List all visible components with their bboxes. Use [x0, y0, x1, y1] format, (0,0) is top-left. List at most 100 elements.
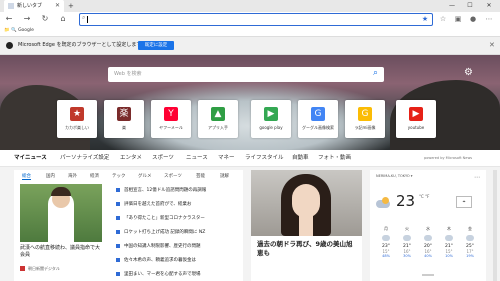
current-temperature: 23 — [396, 192, 416, 210]
quick-link-tile[interactable]: G グーグル画像検索 — [298, 100, 338, 138]
nav-money[interactable]: マネー — [218, 150, 235, 166]
featured-story-image — [251, 170, 362, 236]
quick-link-tile[interactable]: ▲ アプリ入手 — [198, 100, 238, 138]
person-neck — [299, 216, 313, 236]
set-default-button[interactable]: 既定に設定 — [138, 41, 174, 50]
headline-item[interactable]: 評価日を越えた首府がで、経業お — [116, 201, 234, 207]
web-search-box[interactable]: Web を検索 ⌕ — [108, 67, 384, 82]
refresh-button[interactable]: ↻ — [40, 12, 50, 26]
forecast-day[interactable]: 木 21° 15° 10% — [439, 226, 459, 258]
profile-icon[interactable]: ● — [468, 12, 478, 26]
headline-item[interactable]: ロケット打ち上げ成功 記録的瞬間に NZ — [116, 229, 234, 235]
home-button[interactable]: ⌂ — [58, 12, 68, 26]
featured-story-card[interactable]: 過去の朝ドラ再び、9歳の美山旭恵も — [251, 170, 362, 281]
forecast-day[interactable]: 月 23° 15° 48% — [376, 226, 396, 258]
tab-close-icon[interactable]: ✕ — [55, 0, 60, 12]
new-tab-page-icon — [8, 2, 14, 9]
quick-link-tile[interactable]: 楽楽 — [104, 100, 144, 138]
quick-link-tile[interactable]: ▶ youtube — [396, 100, 436, 138]
maximize-button[interactable]: ☐ — [462, 0, 478, 12]
text-caret — [87, 16, 88, 23]
browser-tab[interactable]: 新しいタブ ✕ — [4, 0, 64, 12]
forecast-precip: 30% — [403, 254, 411, 258]
nav-my-news[interactable]: マイニュース — [14, 150, 47, 166]
nav-autos[interactable]: 自動車 — [292, 150, 309, 166]
tile-icon: ★ — [70, 107, 84, 121]
subtab-tech[interactable]: テック — [112, 173, 126, 179]
nav-personalize[interactable]: パーソナライズ設定 — [60, 150, 109, 166]
nav-news[interactable]: ニュース — [186, 150, 208, 166]
forecast-precip: 10% — [445, 254, 453, 258]
forecast-day[interactable]: 火 21° 16° 30% — [397, 226, 417, 258]
headline-item[interactable]: 里田まい、マー君を心配する声で現場 — [116, 271, 234, 277]
collections-icon[interactable]: ▣ — [453, 12, 463, 26]
news-source-icon — [116, 257, 120, 262]
forecast-cloud-icon — [403, 235, 411, 241]
news-source-icon — [116, 201, 120, 206]
story-headline[interactable]: 武漢への航直移続わ、議員指命で大会員 — [20, 245, 104, 259]
person-face — [292, 184, 320, 218]
tile-icon: ▲ — [211, 107, 225, 121]
story-source: 朝日新聞デジタル — [28, 266, 60, 271]
carousel-indicator[interactable] — [422, 274, 434, 276]
forecast-cloud-icon — [466, 235, 474, 241]
tile-label: ヤフーメール — [159, 125, 183, 130]
story-image[interactable] — [20, 184, 102, 242]
forecast-day-label: 月 — [384, 226, 388, 231]
gear-icon[interactable]: ⚙ — [464, 67, 473, 78]
tile-label: 楽 — [122, 125, 126, 130]
weather-card[interactable]: NERIMA-KU, TOKYO ▾ ⋯ 23 °C °F ⌖ 月 23° 15° 4… — [370, 170, 486, 281]
tile-icon: G — [358, 107, 372, 121]
nav-entertainment[interactable]: エンタメ — [120, 150, 142, 166]
quick-link-tile[interactable]: ▶ google play — [251, 100, 291, 138]
headline-text: 佐々木希の声、頼義追求の暮仮金は — [124, 258, 196, 263]
subtab-domestic[interactable]: 国内 — [46, 173, 55, 179]
tab-title: 新しいタブ — [17, 3, 43, 9]
quick-link-tile[interactable]: ★ カカボ楽しい — [57, 100, 97, 138]
forecast-cloud-icon — [382, 235, 390, 241]
subtab-world[interactable]: 海外 — [68, 173, 77, 179]
headline-item[interactable]: 「あり得たこと」新型コロナクラスター — [116, 215, 234, 221]
top-stories-card: 総合 国内 海外 経済 テック グルメ スポーツ 芸能 謎解 武漢への航直移続わ… — [14, 170, 243, 281]
more-menu-icon[interactable]: ⋯ — [484, 12, 494, 26]
infobar-close-icon[interactable]: ✕ — [489, 37, 495, 54]
infobar-message: Microsoft Edge を既定のブラウザーとして設定しますか? — [18, 42, 150, 48]
favorites-bar[interactable]: 📁 🔍 Google — [0, 26, 500, 37]
more-options-icon[interactable]: ⋯ — [474, 174, 480, 181]
back-button[interactable]: ← — [4, 12, 14, 26]
page-scrollbar[interactable] — [493, 170, 497, 281]
subtab-sports[interactable]: スポーツ — [164, 173, 182, 179]
quick-link-tile[interactable]: G ラ記mi画像 — [345, 100, 385, 138]
quick-link-tile[interactable]: Y ヤフーメール — [151, 100, 191, 138]
headline-item[interactable]: 中国の知識人制限影響、歴史行の問題 — [116, 243, 234, 249]
favorite-star-icon[interactable]: ★ — [420, 12, 430, 26]
person-hair — [51, 187, 71, 196]
forecast-day[interactable]: 金 25° 17° 19% — [460, 226, 480, 258]
subtab-economy[interactable]: 経済 — [90, 173, 99, 179]
nav-lifestyle[interactable]: ライフスタイル — [245, 150, 284, 166]
weather-location[interactable]: NERIMA-KU, TOKYO ▾ — [376, 174, 413, 178]
subtab-gourmet[interactable]: グルメ — [138, 173, 152, 179]
nav-photo-video[interactable]: フォト・動画 — [318, 150, 351, 166]
tile-label: アプリ入手 — [208, 125, 228, 130]
favorites-icon[interactable]: ☆ — [438, 12, 448, 26]
address-bar[interactable]: ⌕ — [79, 13, 433, 26]
subtab-entertainment[interactable]: 芸能 — [196, 173, 205, 179]
headline-text: 中国の知識人制限影響、歴史行の問題 — [124, 244, 201, 249]
headline-item[interactable]: 首相宣言、12億ドル追諮問問題の再調報 — [116, 187, 234, 193]
weather-map-icon[interactable]: ⌖ — [456, 196, 472, 208]
nav-sports[interactable]: スポーツ — [152, 150, 174, 166]
powered-by-label: powered by Microsoft News — [424, 156, 473, 160]
minimize-button[interactable]: — — [444, 0, 460, 12]
forward-button[interactable]: → — [22, 12, 32, 26]
tile-icon: G — [311, 107, 325, 121]
forecast-day[interactable]: 水 20° 16° 40% — [418, 226, 438, 258]
close-window-button[interactable]: ✕ — [481, 0, 497, 12]
subtab-all[interactable]: 総合 — [22, 173, 31, 180]
temperature-unit-toggle[interactable]: °C °F — [419, 194, 429, 199]
search-icon: ⌕ — [82, 14, 86, 21]
search-icon[interactable]: ⌕ — [373, 68, 378, 78]
new-tab-button[interactable]: + — [68, 0, 74, 12]
subtab-puzzle[interactable]: 謎解 — [220, 173, 229, 179]
headline-item[interactable]: 佐々木希の声、頼義追求の暮仮金は — [116, 257, 234, 263]
